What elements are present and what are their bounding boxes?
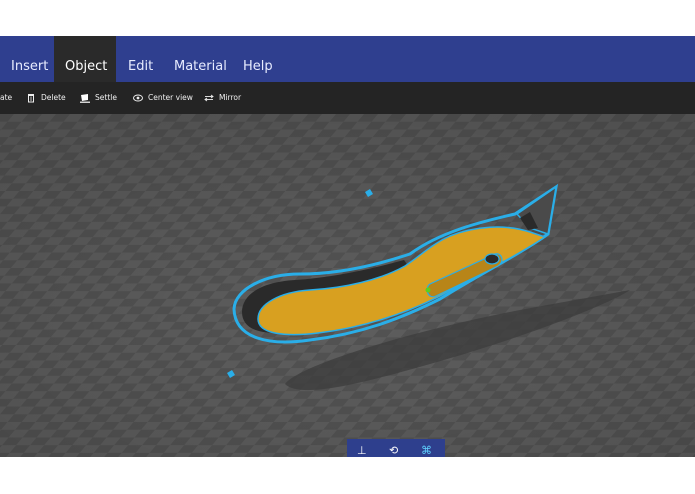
settle-icon: [80, 94, 90, 103]
rotate-label: ate: [0, 93, 13, 102]
slider-button: [484, 253, 500, 265]
menu-insert[interactable]: Insert: [0, 36, 59, 82]
menu-object[interactable]: Object: [54, 36, 116, 82]
trash-icon: [28, 94, 34, 103]
mirror-button[interactable]: Mirror: [204, 82, 241, 114]
top-margin: [0, 0, 695, 36]
menu-help[interactable]: Help: [232, 36, 284, 82]
center-marker: [425, 287, 431, 293]
menu-edit[interactable]: Edit: [117, 36, 164, 82]
menu-material[interactable]: Material: [163, 36, 238, 82]
settle-label: Settle: [95, 93, 117, 102]
mirror-arrows-icon: [204, 94, 214, 102]
rotate-button[interactable]: ate: [0, 82, 12, 114]
scene: [0, 114, 695, 457]
eye-icon: [133, 94, 143, 102]
mirror-label: Mirror: [219, 93, 242, 102]
3d-viewport[interactable]: [0, 114, 695, 457]
delete-label: Delete: [41, 93, 66, 102]
object-toolbar: ate Delete Settle Center view Mirror: [0, 82, 695, 114]
center-view-button[interactable]: Center view: [133, 82, 193, 114]
menu-bar: Insert Object Edit Material Help: [0, 36, 695, 82]
transform-gizmo-bar: ⊥ ⟲ ⌘: [347, 439, 445, 457]
settle-button[interactable]: Settle: [80, 82, 117, 114]
delete-button[interactable]: Delete: [26, 82, 66, 114]
bottom-margin: [0, 457, 695, 494]
center-view-label: Center view: [148, 93, 193, 102]
